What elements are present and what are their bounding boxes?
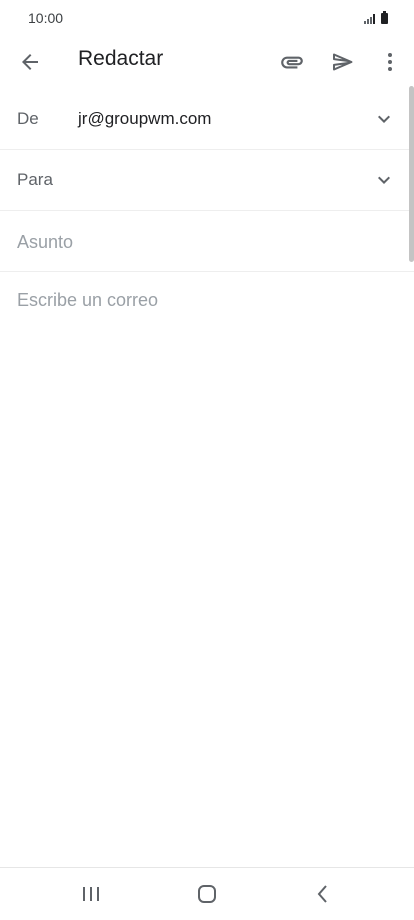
back-button[interactable]: [10, 42, 50, 82]
nav-back-button[interactable]: [303, 878, 343, 910]
attach-button[interactable]: [272, 42, 312, 82]
to-row[interactable]: Para: [0, 150, 414, 211]
recent-apps-button[interactable]: [71, 878, 111, 910]
system-navigation-bar: [0, 867, 414, 920]
more-vert-icon: [388, 53, 392, 71]
system-icons: [364, 10, 388, 24]
subject-field[interactable]: Asunto: [0, 211, 414, 272]
signal-icon: [364, 14, 375, 24]
page-title: Redactar: [78, 47, 164, 70]
scrollbar[interactable]: [409, 86, 414, 262]
status-time: 10:00: [28, 10, 64, 26]
subject-placeholder: Asunto: [17, 232, 74, 252]
arrow-back-icon: [22, 54, 38, 70]
home-icon: [198, 885, 216, 903]
from-label: De: [17, 109, 39, 128]
send-button[interactable]: [323, 42, 363, 82]
chevron-down-icon[interactable]: [372, 107, 396, 131]
to-label: Para: [17, 170, 53, 189]
body-field[interactable]: Escribe un correo: [17, 290, 158, 311]
battery-icon: [381, 11, 388, 24]
home-button[interactable]: [187, 878, 227, 910]
recent-apps-icon: [83, 887, 99, 901]
from-row[interactable]: De jr@groupwm.com: [0, 89, 414, 150]
from-account[interactable]: jr@groupwm.com: [78, 109, 211, 129]
chevron-down-icon[interactable]: [372, 168, 396, 192]
send-icon: [333, 53, 353, 71]
attachment-icon: [281, 56, 303, 69]
chevron-left-icon: [317, 885, 327, 903]
more-options-button[interactable]: [370, 42, 410, 82]
status-bar: 10:00: [0, 0, 414, 34]
compose-toolbar: Redactar: [0, 34, 414, 90]
